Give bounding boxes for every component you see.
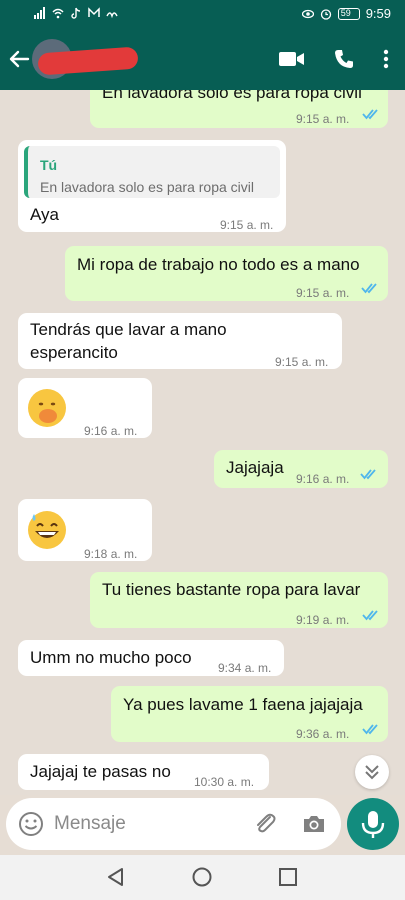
- battery-icon: 59: [337, 7, 360, 20]
- message-time: 9:19 a. m.: [296, 613, 350, 627]
- back-arrow-icon[interactable]: [8, 48, 30, 70]
- outgoing-message[interactable]: Jajajaja 9:16 a. m.: [214, 450, 388, 488]
- tiktok-icon: [71, 7, 81, 19]
- app-notification-icon: [106, 12, 118, 19]
- message-time: 9:15 a. m.: [296, 286, 350, 300]
- outgoing-message[interactable]: En lavadora solo es para ropa civil 9:15…: [90, 90, 388, 128]
- phone-call-icon[interactable]: [333, 48, 355, 70]
- outgoing-message[interactable]: Mi ropa de trabajo no todo es a mano 9:1…: [65, 246, 388, 301]
- message-composer[interactable]: Mensaje: [6, 798, 341, 850]
- video-call-icon[interactable]: [279, 50, 305, 68]
- grinning-face-with-sweat-icon: [28, 511, 66, 549]
- voice-message-button[interactable]: [347, 798, 399, 850]
- alarm-icon: [320, 8, 331, 20]
- status-bar: 59 9:59: [0, 0, 405, 30]
- incoming-message[interactable]: Tú En lavadora solo es para ropa civil A…: [18, 140, 286, 232]
- message-list[interactable]: En lavadora solo es para ropa civil 9:15…: [0, 90, 405, 795]
- read-receipt-icon: [362, 724, 378, 735]
- message-time: 9:15 a. m.: [220, 218, 274, 232]
- message-text: Ya pues lavame 1 faena jajajaja: [123, 695, 363, 714]
- attachment-icon[interactable]: [252, 811, 278, 837]
- message-time: 10:30 a. m.: [194, 775, 255, 789]
- message-text-line1: Tendrás que lavar a mano: [30, 320, 227, 339]
- message-text: Jajajaj te pasas no: [30, 762, 171, 781]
- camera-icon[interactable]: [301, 811, 327, 837]
- read-receipt-icon: [362, 109, 378, 120]
- microphone-icon: [361, 811, 385, 838]
- message-time: 9:16 a. m.: [84, 424, 138, 438]
- message-text: Mi ropa de trabajo no todo es a mano: [77, 255, 360, 274]
- clock-time: 9:59: [365, 6, 391, 21]
- gmail-icon: [88, 7, 100, 17]
- quoted-author: Tú: [40, 157, 58, 173]
- incoming-message[interactable]: 9:18 a. m.: [18, 499, 152, 561]
- message-time: 9:34 a. m.: [218, 661, 272, 675]
- outgoing-message[interactable]: Tu tienes bastante ropa para lavar 9:19 …: [90, 572, 388, 628]
- message-text: En lavadora solo es para ropa civil: [102, 90, 362, 102]
- message-text-line2: esperancito: [30, 343, 118, 362]
- chat-header: [0, 30, 405, 90]
- incoming-message[interactable]: Umm no mucho poco 9:34 a. m.: [18, 640, 284, 676]
- nav-recents-icon[interactable]: [277, 866, 299, 888]
- read-receipt-icon: [360, 469, 376, 480]
- eye-icon: [301, 9, 314, 18]
- system-navigation-bar: [0, 855, 405, 900]
- message-time: 9:18 a. m.: [84, 547, 138, 561]
- incoming-message[interactable]: 9:16 a. m.: [18, 378, 152, 438]
- nav-home-icon[interactable]: [191, 866, 213, 888]
- message-time: 9:15 a. m.: [296, 112, 350, 126]
- message-time: 9:15 a. m.: [275, 355, 329, 369]
- incoming-message[interactable]: Tendrás que lavar a mano esperancito 9:1…: [18, 313, 342, 369]
- read-receipt-icon: [361, 283, 377, 294]
- message-time: 9:36 a. m.: [296, 727, 350, 741]
- nav-back-icon[interactable]: [105, 866, 127, 888]
- message-input[interactable]: Mensaje: [54, 813, 126, 835]
- message-text: Aya: [30, 205, 59, 224]
- message-text: Tu tienes bastante ropa para lavar: [102, 580, 361, 599]
- read-receipt-icon: [362, 610, 378, 621]
- wifi-icon: [52, 8, 64, 19]
- message-text: Umm no mucho poco: [30, 648, 192, 667]
- more-options-icon[interactable]: [383, 49, 389, 69]
- incoming-message[interactable]: Jajajaj te pasas no 10:30 a. m.: [18, 754, 269, 790]
- scroll-to-bottom-button[interactable]: [355, 755, 389, 789]
- double-chevron-down-icon: [365, 765, 379, 780]
- battery-level: 59: [340, 7, 351, 18]
- signal-icon: [34, 7, 45, 19]
- quoted-message[interactable]: Tú En lavadora solo es para ropa civil: [24, 146, 280, 198]
- emoji-picker-icon[interactable]: [18, 811, 44, 837]
- message-text: Jajajaja: [226, 458, 284, 477]
- message-time: 9:16 a. m.: [296, 472, 350, 486]
- face-hand-over-mouth-icon: [28, 389, 66, 427]
- outgoing-message[interactable]: Ya pues lavame 1 faena jajajaja 9:36 a. …: [111, 686, 388, 742]
- quoted-text: En lavadora solo es para ropa civil: [40, 179, 255, 195]
